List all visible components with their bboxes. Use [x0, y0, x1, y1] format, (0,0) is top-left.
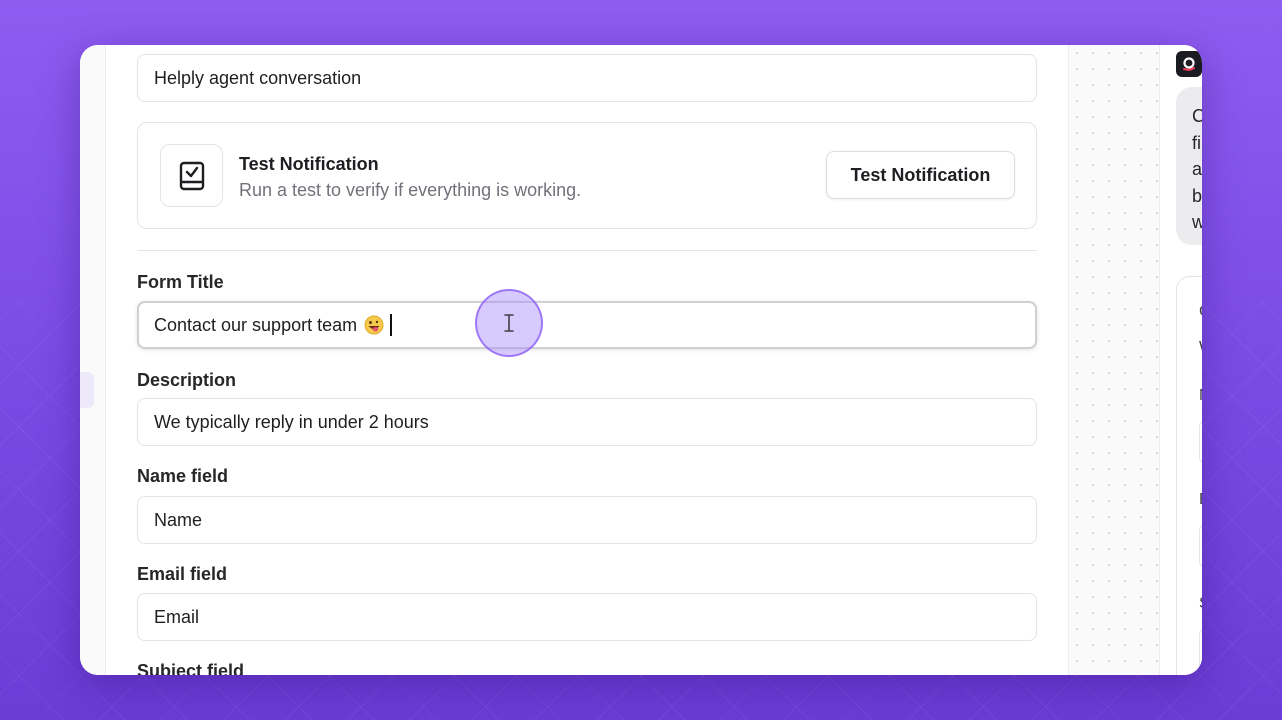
helply-logo-icon [1176, 51, 1202, 77]
form-title-label: Form Title [137, 272, 224, 292]
i-beam-cursor-icon [504, 314, 514, 332]
test-notification-button[interactable]: Test Notification [826, 151, 1015, 199]
text-caret [390, 314, 393, 336]
name-field-value: Name [154, 509, 203, 530]
grinning-tongue-emoji [364, 315, 384, 335]
settings-form-panel: Helply agent conversation Test Notificat… [106, 45, 1068, 675]
preview-email-label: E [1199, 491, 1202, 509]
description-label: Description [137, 370, 237, 390]
preview-form-title: C [1199, 303, 1202, 321]
preview-subject-label: S [1199, 595, 1202, 613]
preview-name-label: N [1199, 387, 1202, 405]
test-notification-subtitle: Run a test to verify if everything is wo… [239, 180, 582, 200]
description-value: We typically reply in under 2 hours [154, 411, 429, 432]
email-field-label: Email field [137, 564, 228, 584]
preview-form-description: W [1199, 339, 1202, 357]
conversation-title-input[interactable]: Helply agent conversation [137, 54, 1037, 102]
preview-chat-bubble: C fi a b w [1176, 87, 1202, 245]
email-field-value: Email [154, 606, 200, 627]
active-sidebar-indicator[interactable] [80, 372, 94, 408]
preview-contact-form: C W N E S [1176, 276, 1202, 675]
preview-email-input[interactable] [1199, 523, 1202, 569]
preview-subject-input[interactable] [1199, 627, 1202, 673]
form-title-input[interactable]: Contact our support team [137, 301, 1037, 349]
app-window: Helply agent conversation Test Notificat… [80, 45, 1202, 675]
preview-name-input[interactable] [1199, 419, 1202, 465]
section-divider [137, 250, 1037, 251]
left-sidebar-rail [80, 45, 106, 675]
bubble-line: fi [1192, 132, 1201, 153]
bubble-line: b [1192, 185, 1202, 206]
test-notification-card: Test Notification Run a test to verify i… [137, 122, 1037, 229]
email-field-input[interactable]: Email [137, 593, 1037, 641]
click-cursor-highlight [475, 289, 543, 357]
clipboard-check-icon [160, 144, 223, 207]
bubble-line: w [1192, 212, 1202, 232]
preview-canvas-background [1068, 45, 1160, 675]
subject-field-label: Subject field [137, 661, 245, 675]
conversation-title-value: Helply agent conversation [154, 67, 362, 88]
form-title-value: Contact our support team [154, 314, 358, 335]
test-notification-title: Test Notification [239, 154, 379, 174]
bubble-line: a [1192, 159, 1202, 179]
widget-preview-panel: C fi a b w C W N E S [1161, 45, 1202, 675]
name-field-input[interactable]: Name [137, 496, 1037, 544]
description-input[interactable]: We typically reply in under 2 hours [137, 398, 1037, 446]
name-field-label: Name field [137, 466, 229, 486]
bubble-line: C [1192, 106, 1202, 126]
